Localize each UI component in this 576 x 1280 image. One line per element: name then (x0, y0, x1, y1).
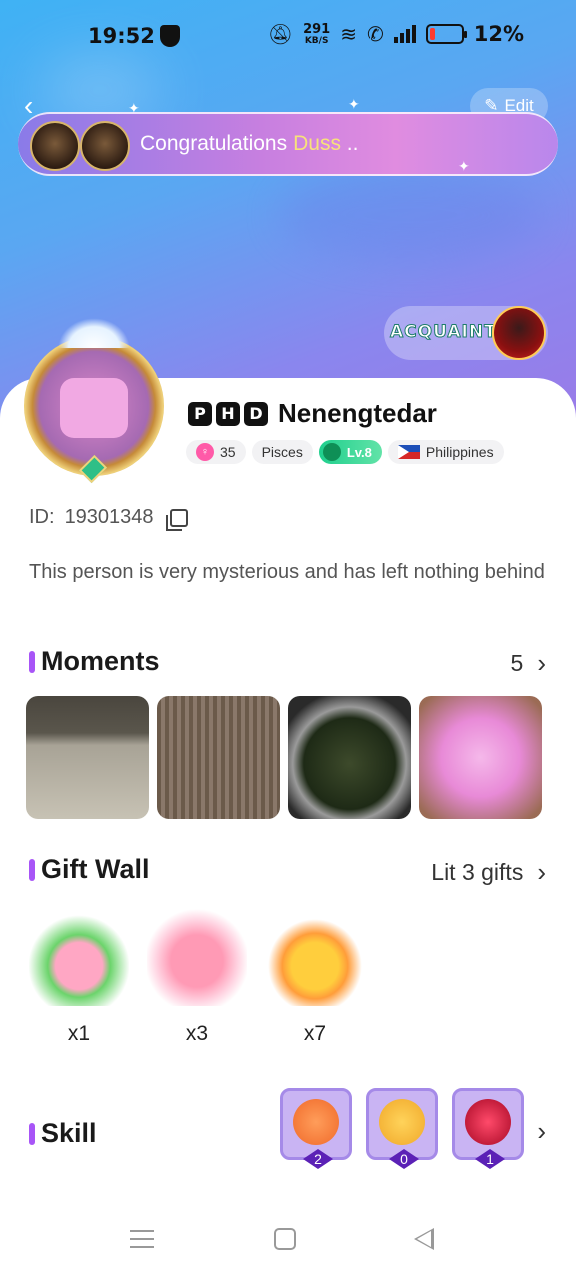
battery-percent: 12% (473, 22, 524, 46)
moment-thumbnail[interactable] (157, 696, 280, 819)
status-bar: 19:52 🔕︎ 291 KB/S ≋ ✆ 12% (0, 0, 576, 72)
banner-text: Congratulations (140, 132, 288, 155)
id-value: 19301348 (64, 506, 154, 528)
wifi-call-icon: ✆ (366, 22, 384, 46)
username: Nenengtedar (278, 398, 437, 428)
skill-item[interactable]: 1 (452, 1088, 524, 1169)
moment-thumbnail[interactable] (288, 696, 411, 819)
name-tag: D (244, 401, 268, 426)
banner-avatar (80, 121, 130, 171)
bio-text: This person is very mysterious and has l… (29, 561, 545, 583)
moment-thumbnail[interactable] (26, 696, 149, 819)
lucky-gift-icon (265, 906, 365, 1006)
id-label: ID: (29, 506, 55, 528)
level-badge-icon (322, 443, 341, 461)
silly-face-icon (379, 1099, 425, 1145)
moment-thumbnail[interactable] (419, 696, 542, 819)
gift-list: x1 x3 x7 (24, 906, 370, 1046)
sparkle-icon: ✦ (458, 158, 470, 174)
gift-item[interactable]: x1 (24, 906, 134, 1046)
chevron-right-icon: › (537, 648, 546, 678)
moments-header: Moments (29, 646, 160, 677)
gift-item[interactable]: x3 (142, 906, 252, 1046)
wifi-icon: ≋ (340, 22, 357, 46)
moments-more[interactable]: 5 › (511, 648, 546, 679)
gift-wall-summary: Lit 3 gifts (431, 859, 524, 885)
moments-count: 5 (510, 650, 524, 676)
moments-title: Moments (41, 646, 160, 676)
banner-name: Duss (293, 132, 341, 155)
signal-icon (393, 25, 416, 43)
country-chip: Philippines (387, 440, 504, 464)
clown-icon (293, 1099, 339, 1145)
network-speed: 291 KB/S (303, 21, 331, 46)
moments-grid (26, 696, 542, 819)
gift-wall-more[interactable]: Lit 3 gifts › (431, 857, 546, 888)
level-chip: Lv.8 (318, 440, 382, 464)
philippines-flag-icon (397, 445, 420, 459)
skill-item[interactable]: 0 (366, 1088, 438, 1169)
sparkle-icon: ✦ (348, 96, 360, 112)
acquaint-avatar (492, 306, 546, 360)
gift-item[interactable]: x7 (260, 906, 370, 1046)
copy-icon[interactable] (165, 508, 188, 531)
profile-chips: ♀ 35 Pisces Lv.8 Philippines (186, 440, 504, 464)
female-icon: ♀ (196, 443, 214, 461)
gift-count: x7 (303, 1022, 327, 1045)
gift-wall-header: Gift Wall (29, 854, 150, 885)
gift-count: x1 (67, 1022, 91, 1045)
status-time: 19:52 (88, 24, 155, 48)
gift-wall-title: Gift Wall (41, 854, 150, 884)
mute-icon: 🔕︎ (267, 22, 294, 46)
age-chip: ♀ 35 (186, 440, 246, 464)
skill-header: Skill (29, 1118, 97, 1149)
profile-avatar[interactable] (18, 318, 170, 484)
username-row: P H D Nenengtedar (188, 398, 437, 429)
name-tag: H (216, 401, 240, 426)
recents-button[interactable] (130, 1230, 154, 1248)
avatar-image (60, 378, 128, 438)
zodiac-chip: Pisces (251, 440, 313, 464)
camera-gift-icon (29, 906, 129, 1006)
banner-avatar (30, 121, 80, 171)
acquaint-button[interactable]: ACQUAINT (384, 306, 548, 360)
nav-back-button[interactable] (414, 1228, 434, 1250)
system-nav-bar (0, 1200, 576, 1280)
skill-item[interactable]: 2 (280, 1088, 352, 1169)
crown-icon (58, 318, 130, 348)
skill-list: 2 0 1 (280, 1088, 524, 1169)
acquaint-label: ACQUAINT (390, 322, 497, 343)
heart-gift-icon (147, 906, 247, 1006)
lips-icon (465, 1099, 511, 1145)
skill-title: Skill (41, 1118, 97, 1148)
sparkle-icon: ✦ (128, 100, 140, 116)
chevron-right-icon[interactable]: › (537, 1116, 546, 1147)
battery-icon (425, 24, 467, 44)
name-tag: P (188, 401, 212, 426)
chevron-right-icon: › (537, 857, 546, 887)
user-id: ID: 19301348 (29, 506, 188, 531)
home-button[interactable] (274, 1228, 296, 1250)
gift-count: x3 (185, 1022, 209, 1045)
brave-icon (160, 25, 180, 47)
congratulations-banner[interactable]: Congratulations Duss .. ✦ ✦ ✦ (18, 96, 558, 176)
